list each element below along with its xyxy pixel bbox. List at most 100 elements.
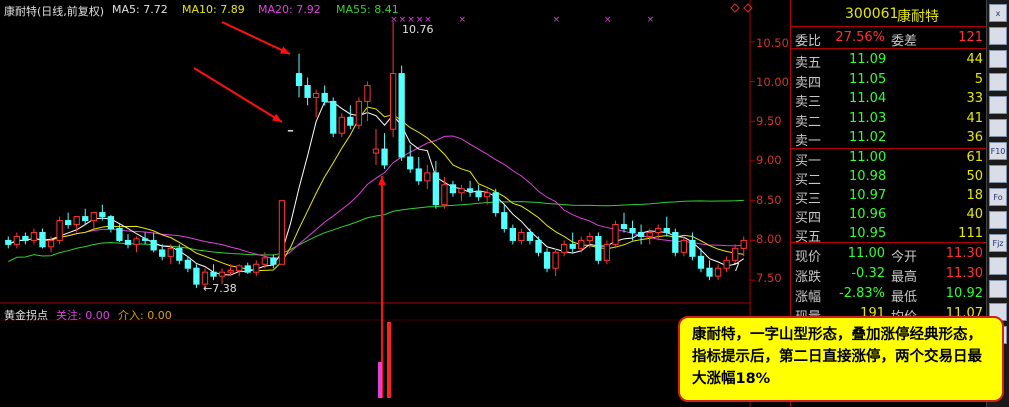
candle-body bbox=[159, 249, 166, 257]
candle-body bbox=[372, 148, 380, 154]
f10-icon[interactable]: F10 bbox=[989, 142, 1007, 160]
candle-body bbox=[560, 243, 568, 253]
ask-row[interactable]: 卖五 11.09 44 bbox=[791, 50, 987, 71]
high-price-label: 10.76 bbox=[402, 23, 434, 36]
ask-row[interactable]: 卖一 11.02 36 bbox=[791, 128, 987, 149]
ask-volume: 36 bbox=[966, 130, 983, 145]
signal-marker: × bbox=[459, 15, 467, 25]
zoom-icon[interactable] bbox=[989, 280, 1007, 298]
ask-row[interactable]: 卖三 11.04 33 bbox=[791, 89, 987, 110]
candle-body bbox=[484, 192, 491, 198]
candle-body bbox=[347, 116, 354, 126]
candle-body bbox=[466, 188, 474, 192]
bid-row[interactable]: 买四 10.96 40 bbox=[791, 205, 987, 226]
candle-body bbox=[56, 220, 63, 241]
candle-body bbox=[441, 184, 448, 206]
signal-marker: × bbox=[553, 15, 561, 25]
weicha-value: 121 bbox=[958, 30, 983, 45]
candle-body bbox=[586, 235, 593, 241]
bid-price: 10.97 bbox=[849, 188, 887, 203]
candle-body bbox=[732, 247, 739, 261]
bid-row[interactable]: 买一 11.00 61 bbox=[791, 148, 987, 169]
divider bbox=[791, 48, 987, 49]
ask-price: 11.04 bbox=[849, 91, 887, 106]
candle-body bbox=[116, 228, 123, 241]
ask-price: 11.02 bbox=[849, 130, 887, 145]
indicator-enter: 介入: 0.00 bbox=[118, 309, 172, 322]
candle-body bbox=[381, 148, 388, 166]
stock-title: 康耐特(日线,前复权) bbox=[4, 5, 105, 18]
stat-row: 涨跌 -0.32 最高 11.30 bbox=[791, 264, 987, 285]
last-price-label: 7 bbox=[733, 261, 740, 274]
candle-body bbox=[672, 231, 679, 253]
candle-body bbox=[355, 100, 363, 126]
candle-body bbox=[689, 239, 696, 257]
candle-body bbox=[330, 100, 337, 134]
list-icon[interactable] bbox=[989, 50, 1007, 68]
signal-marker: × bbox=[647, 15, 655, 25]
ask-row[interactable]: 卖二 11.03 41 bbox=[791, 109, 987, 130]
candle-body bbox=[64, 220, 72, 226]
candle-body bbox=[99, 212, 106, 218]
flag-icon[interactable] bbox=[989, 165, 1007, 183]
candle-body bbox=[124, 239, 132, 245]
arrow-head bbox=[378, 176, 386, 186]
candle-body bbox=[663, 228, 670, 233]
candle-body bbox=[646, 231, 653, 237]
candle-body bbox=[535, 239, 542, 253]
candle-body bbox=[714, 267, 722, 277]
bid-volume: 18 bbox=[966, 188, 983, 203]
ma55-label: MA55: 8.41 bbox=[336, 3, 399, 16]
bid-row[interactable]: 买五 10.95 111 bbox=[791, 224, 987, 245]
bid-row[interactable]: 买三 10.97 18 bbox=[791, 186, 987, 207]
stat-value: -0.32 bbox=[851, 266, 885, 281]
grid-icon[interactable] bbox=[989, 27, 1007, 45]
stat-row: 现价 11.00 今开 11.30 bbox=[791, 244, 987, 265]
layers-icon[interactable] bbox=[989, 119, 1007, 137]
trend-icon[interactable] bbox=[989, 73, 1007, 91]
candle-body bbox=[141, 238, 149, 241]
candle-body bbox=[706, 267, 713, 277]
candle-body bbox=[5, 239, 12, 245]
ask-price: 11.05 bbox=[849, 71, 887, 87]
fjz-icon[interactable]: Fjz bbox=[989, 234, 1007, 252]
candle-body bbox=[150, 239, 157, 251]
candle-body bbox=[578, 239, 585, 249]
bar-chart-icon[interactable] bbox=[989, 96, 1007, 114]
cost-icon[interactable] bbox=[989, 211, 1007, 229]
candle-body bbox=[655, 228, 662, 233]
indicator-name: 黄金拐点 bbox=[4, 309, 48, 322]
candle-body bbox=[424, 172, 431, 182]
candle-body bbox=[552, 251, 559, 269]
candle-body bbox=[30, 231, 38, 241]
pointer-arrow bbox=[221, 21, 291, 55]
candle-body bbox=[543, 251, 551, 269]
fo-icon[interactable]: Fo bbox=[989, 188, 1007, 206]
candle-body bbox=[415, 168, 422, 182]
candle-body bbox=[637, 231, 645, 237]
price-tick: 9.50 bbox=[756, 114, 782, 128]
candle-body bbox=[697, 255, 705, 269]
ask-row[interactable]: 卖四 11.05 5 bbox=[791, 70, 987, 91]
candle-body bbox=[338, 116, 345, 134]
bid-price: 11.00 bbox=[849, 150, 887, 165]
ask-volume: 41 bbox=[966, 110, 983, 126]
ask-price: 11.09 bbox=[849, 52, 887, 67]
ask-label: 卖五 bbox=[795, 56, 822, 71]
ask-volume: 5 bbox=[974, 71, 983, 87]
window-icon[interactable] bbox=[989, 257, 1007, 275]
candle-body bbox=[723, 259, 730, 269]
bid-volume: 40 bbox=[966, 207, 983, 222]
low-price-label: ←7.38 bbox=[203, 282, 237, 295]
signal-marker: × bbox=[390, 15, 398, 25]
weibi-label: 委比 bbox=[795, 34, 822, 49]
candle-body bbox=[569, 243, 576, 249]
bid-volume: 50 bbox=[966, 169, 983, 184]
candle-body bbox=[295, 73, 303, 87]
bid-price: 10.96 bbox=[849, 207, 887, 222]
close-icon[interactable]: x bbox=[989, 4, 1007, 22]
kline-chart[interactable]: × × × × × × × × × 康耐特(日线,前复权) MA5: 7.72 MA10: 7.… bbox=[0, 0, 790, 407]
candle-body bbox=[236, 265, 243, 272]
indicator-bar bbox=[387, 322, 391, 398]
bid-row[interactable]: 买二 10.98 50 bbox=[791, 167, 987, 188]
